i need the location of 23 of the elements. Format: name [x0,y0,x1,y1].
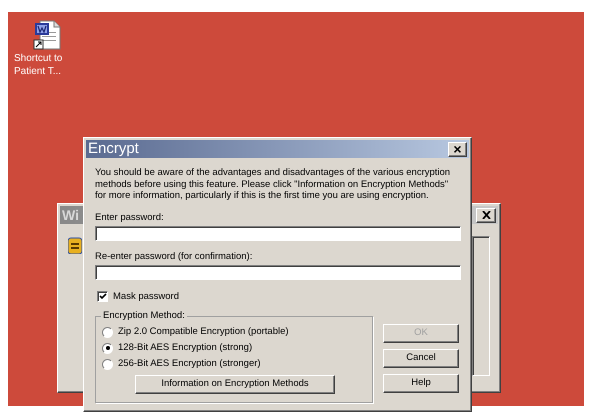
field-label: Re-enter password (for confirmation): [95,250,254,262]
warning-message: You should be aware of the advantages and disadvantages of the various encryption methods before using this feature. Please click "Information on Encryption Methods" for more information, particularly if this is the first time you are using encryption. [95,167,451,202]
radio-button[interactable] [102,326,113,338]
radio-label: Zip 2.0 Compatible Encryption (portable) [118,325,289,340]
window-title: Encrypt [88,138,139,159]
checkbox[interactable] [97,291,108,302]
radio-label: 256-Bit AES Encryption (stronger) [118,357,261,372]
password-field[interactable] [95,264,461,280]
field-label: Enter password: [95,212,165,224]
close-icon [482,211,490,219]
dialog-button[interactable]: Help [383,374,459,393]
radio-button[interactable] [102,342,113,354]
window-title: Wi [62,206,79,224]
info-button[interactable]: Information on Encryption Methods [135,374,335,394]
close-button[interactable] [476,208,496,222]
close-button[interactable]: × [448,142,467,156]
dialog-button[interactable]: Cancel [383,348,459,368]
desktop-icon-label[interactable]: Shortcut to Patient T... [14,52,86,78]
group-title: Encryption Method: [101,310,187,322]
radio-button[interactable] [102,358,113,370]
checkbox-label: Mask password [113,290,179,304]
password-field[interactable] [95,226,461,240]
radio-label: 128-Bit AES Encryption (strong) [118,341,252,356]
